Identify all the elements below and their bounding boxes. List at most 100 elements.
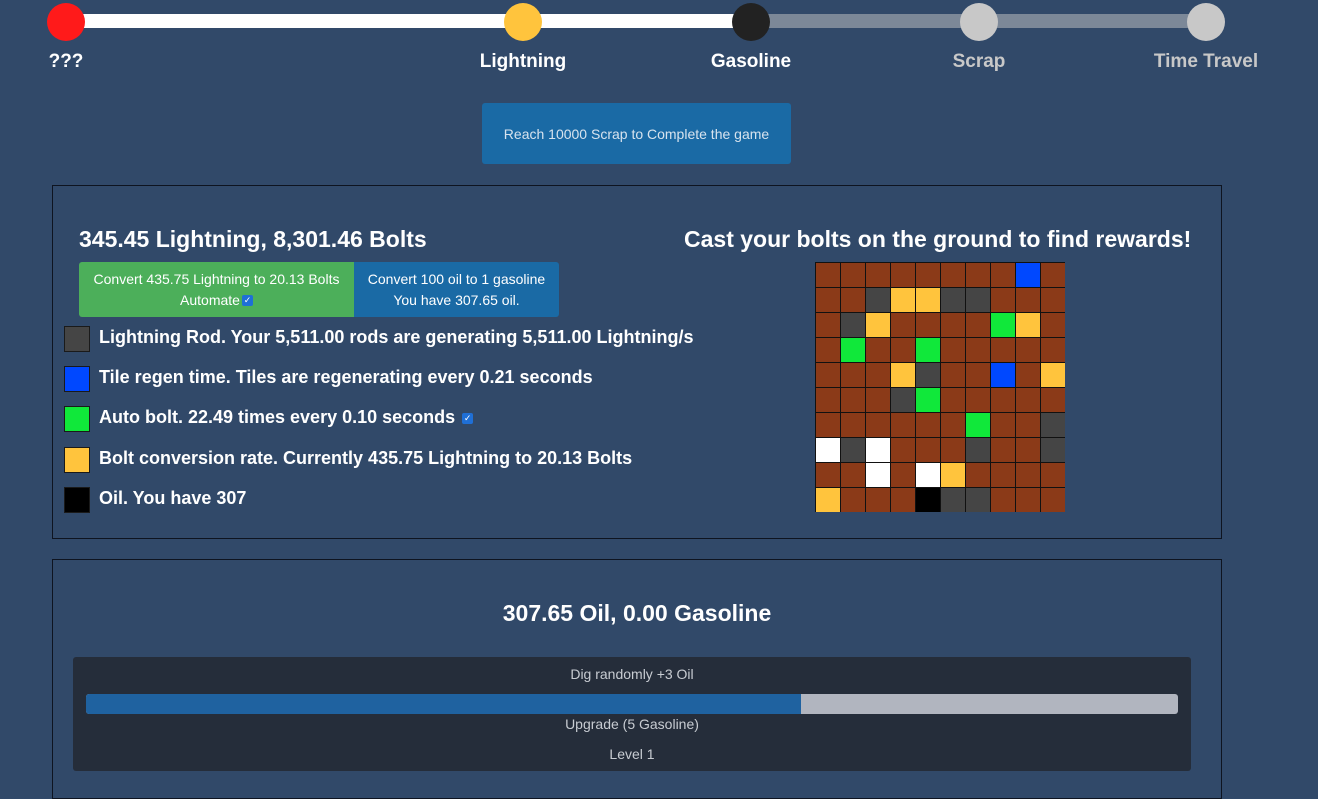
grid-tile[interactable]: [841, 338, 865, 362]
grid-tile[interactable]: [841, 313, 865, 337]
grid-tile[interactable]: [1016, 463, 1040, 487]
grid-tile[interactable]: [866, 413, 890, 437]
grid-tile[interactable]: [991, 263, 1015, 287]
grid-tile[interactable]: [1016, 288, 1040, 312]
grid-tile[interactable]: [1016, 263, 1040, 287]
convert-lightning-button[interactable]: Convert 435.75 Lightning to 20.13 Bolts …: [79, 262, 354, 317]
auto-bolt-swatch[interactable]: [64, 406, 90, 432]
grid-tile[interactable]: [966, 463, 990, 487]
grid-tile[interactable]: [816, 463, 840, 487]
grid-tile[interactable]: [966, 263, 990, 287]
grid-tile[interactable]: [866, 338, 890, 362]
grid-tile[interactable]: [891, 438, 915, 462]
grid-tile[interactable]: [866, 263, 890, 287]
grid-tile[interactable]: [891, 413, 915, 437]
auto-bolt-checkbox[interactable]: ✓: [462, 412, 474, 424]
grid-tile[interactable]: [816, 438, 840, 462]
grid-tile[interactable]: [966, 313, 990, 337]
grid-tile[interactable]: [891, 338, 915, 362]
grid-tile[interactable]: [841, 463, 865, 487]
grid-tile[interactable]: [866, 288, 890, 312]
tile-regen-swatch[interactable]: [64, 366, 90, 392]
grid-tile[interactable]: [966, 288, 990, 312]
grid-tile[interactable]: [916, 338, 940, 362]
grid-tile[interactable]: [816, 338, 840, 362]
grid-tile[interactable]: [941, 363, 965, 387]
grid-tile[interactable]: [991, 438, 1015, 462]
grid-tile[interactable]: [891, 288, 915, 312]
bolt-conversion-swatch[interactable]: [64, 447, 90, 473]
grid-tile[interactable]: [1016, 488, 1040, 512]
grid-tile[interactable]: [991, 413, 1015, 437]
grid-tile[interactable]: [1016, 338, 1040, 362]
grid-tile[interactable]: [1041, 413, 1065, 437]
grid-tile[interactable]: [841, 363, 865, 387]
grid-tile[interactable]: [916, 263, 940, 287]
grid-tile[interactable]: [941, 263, 965, 287]
grid-tile[interactable]: [916, 313, 940, 337]
grid-tile[interactable]: [816, 313, 840, 337]
grid-tile[interactable]: [841, 288, 865, 312]
grid-tile[interactable]: [941, 313, 965, 337]
grid-tile[interactable]: [916, 363, 940, 387]
grid-tile[interactable]: [816, 263, 840, 287]
grid-tile[interactable]: [916, 288, 940, 312]
grid-tile[interactable]: [841, 263, 865, 287]
grid-tile[interactable]: [1041, 288, 1065, 312]
grid-tile[interactable]: [891, 463, 915, 487]
grid-tile[interactable]: [991, 288, 1015, 312]
grid-tile[interactable]: [866, 313, 890, 337]
grid-tile[interactable]: [866, 463, 890, 487]
grid-tile[interactable]: [916, 463, 940, 487]
grid-tile[interactable]: [991, 463, 1015, 487]
grid-tile[interactable]: [1041, 388, 1065, 412]
grid-tile[interactable]: [866, 363, 890, 387]
grid-tile[interactable]: [966, 388, 990, 412]
grid-tile[interactable]: [941, 388, 965, 412]
oil-swatch[interactable]: [64, 487, 90, 513]
grid-tile[interactable]: [891, 488, 915, 512]
grid-tile[interactable]: [1041, 363, 1065, 387]
grid-tile[interactable]: [1016, 388, 1040, 412]
grid-tile[interactable]: [1041, 338, 1065, 362]
grid-tile[interactable]: [941, 288, 965, 312]
grid-tile[interactable]: [1016, 438, 1040, 462]
grid-tile[interactable]: [1016, 363, 1040, 387]
grid-tile[interactable]: [941, 438, 965, 462]
grid-tile[interactable]: [916, 438, 940, 462]
grid-tile[interactable]: [991, 338, 1015, 362]
grid-tile[interactable]: [991, 388, 1015, 412]
grid-tile[interactable]: [1016, 413, 1040, 437]
dig-progress-bar[interactable]: [86, 694, 1178, 714]
grid-tile[interactable]: [966, 363, 990, 387]
grid-tile[interactable]: [941, 413, 965, 437]
grid-tile[interactable]: [966, 438, 990, 462]
grid-tile[interactable]: [966, 413, 990, 437]
convert-oil-button[interactable]: Convert 100 oil to 1 gasoline You have 3…: [354, 262, 559, 317]
complete-game-button[interactable]: Reach 10000 Scrap to Complete the game: [482, 103, 791, 164]
grid-tile[interactable]: [991, 488, 1015, 512]
grid-tile[interactable]: [816, 488, 840, 512]
grid-tile[interactable]: [1041, 438, 1065, 462]
grid-tile[interactable]: [841, 438, 865, 462]
grid-tile[interactable]: [891, 388, 915, 412]
grid-tile[interactable]: [941, 338, 965, 362]
grid-tile[interactable]: [1041, 488, 1065, 512]
grid-tile[interactable]: [816, 288, 840, 312]
grid-tile[interactable]: [966, 338, 990, 362]
grid-tile[interactable]: [841, 413, 865, 437]
grid-tile[interactable]: [866, 488, 890, 512]
grid-tile[interactable]: [1016, 313, 1040, 337]
grid-tile[interactable]: [916, 488, 940, 512]
grid-tile[interactable]: [916, 388, 940, 412]
grid-tile[interactable]: [816, 413, 840, 437]
grid-tile[interactable]: [1041, 463, 1065, 487]
grid-tile[interactable]: [916, 413, 940, 437]
lightning-rod-swatch[interactable]: [64, 326, 90, 352]
grid-tile[interactable]: [816, 388, 840, 412]
grid-tile[interactable]: [841, 488, 865, 512]
grid-tile[interactable]: [1041, 263, 1065, 287]
grid-tile[interactable]: [891, 313, 915, 337]
grid-tile[interactable]: [941, 488, 965, 512]
grid-tile[interactable]: [966, 488, 990, 512]
